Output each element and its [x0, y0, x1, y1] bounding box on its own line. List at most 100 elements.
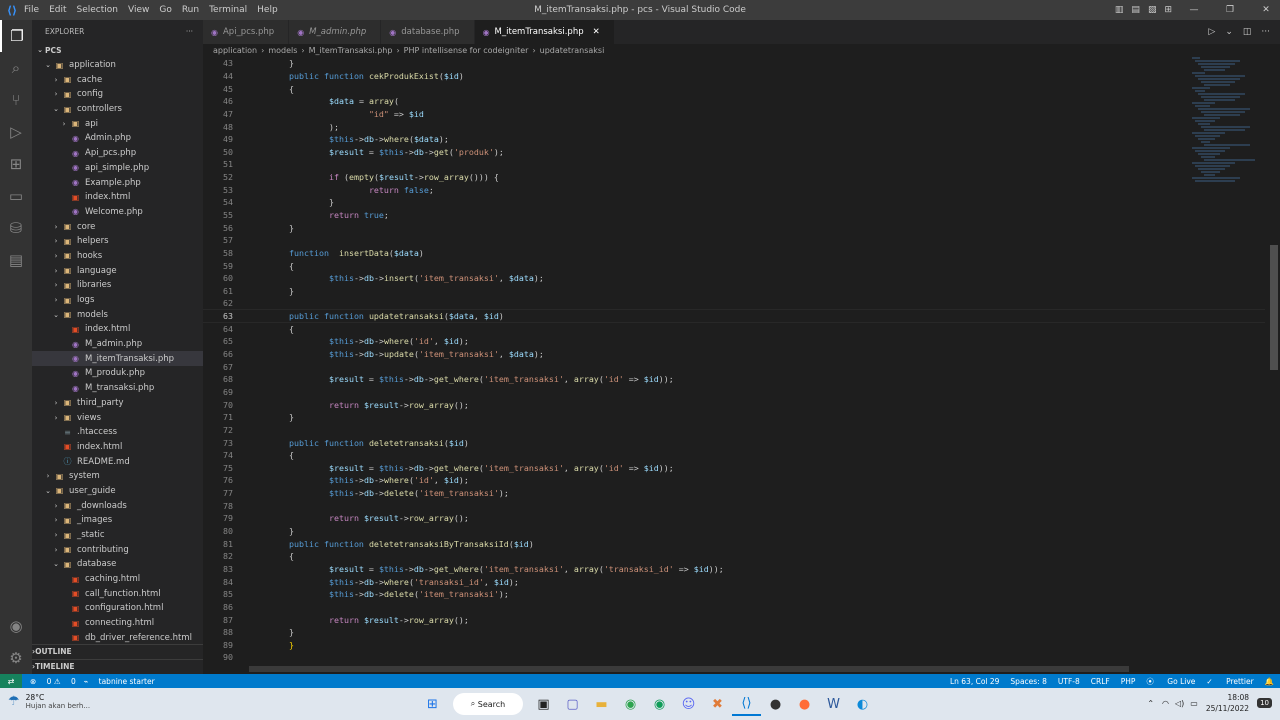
word-icon[interactable]: W [819, 692, 848, 716]
more-actions-icon[interactable]: ··· [1261, 27, 1270, 37]
code-line[interactable]: 58 function insertData($data) [203, 247, 1265, 260]
code-line[interactable]: 86 [203, 601, 1265, 614]
code-line[interactable]: 59 { [203, 259, 1265, 272]
clock[interactable]: 18:08 25/11/2022 [1206, 692, 1249, 714]
folder-item[interactable]: › ▣ cache [32, 72, 203, 87]
menu-edit[interactable]: Edit [49, 5, 66, 15]
settings-gear-icon[interactable]: ⚙ [0, 642, 32, 674]
file-item[interactable]: ⓘ README.md [32, 454, 203, 469]
file-item[interactable]: ◉ Api_pcs.php [32, 146, 203, 161]
timeline-section[interactable]: › TIMELINE [32, 659, 203, 673]
folder-item[interactable]: › ▣ libraries [32, 278, 203, 293]
file-explorer-icon[interactable]: ▬ [587, 692, 616, 716]
chevron-down-icon[interactable]: ⌄ [1225, 27, 1233, 37]
folder-item[interactable]: › ▣ logs [32, 293, 203, 308]
language-mode[interactable]: PHP [1121, 677, 1136, 686]
task-view-icon[interactable]: ▣ [529, 692, 558, 716]
code-line[interactable]: 84 $this->db->where('transaksi_id', $id)… [203, 575, 1265, 588]
code-line[interactable]: 89} [203, 638, 1265, 651]
file-item[interactable]: ◉ Welcome.php [32, 205, 203, 220]
close-tab-icon[interactable]: ✕ [593, 27, 600, 37]
toggle-sidebar-icon[interactable]: ▥ [1115, 5, 1124, 15]
code-line[interactable]: 78 [203, 499, 1265, 512]
code-line[interactable]: 88} [203, 626, 1265, 639]
accounts-icon[interactable]: ◉ [0, 610, 32, 642]
tab-m-itemtransaksi-php[interactable]: ◉ M_itemTransaksi.php ✕ [474, 20, 615, 44]
minimize-button[interactable]: — [1180, 5, 1208, 15]
prettier-status[interactable]: ✓ Prettier [1206, 677, 1253, 686]
code-line[interactable]: 74 { [203, 449, 1265, 462]
notification-badge[interactable]: 10 [1257, 698, 1272, 708]
battery-icon[interactable]: ▭ [1190, 699, 1198, 708]
code-line[interactable]: 73 public function deletetransaksi($id) [203, 436, 1265, 449]
code-line[interactable]: 80} [203, 525, 1265, 538]
chrome-icon[interactable]: ◉ [616, 692, 645, 716]
notifications-icon[interactable]: 🔔 [1265, 677, 1274, 686]
code-line[interactable]: 72 [203, 424, 1265, 437]
menu-selection[interactable]: Selection [77, 5, 118, 15]
chrome-profile-icon[interactable]: ◉ [645, 692, 674, 716]
code-line[interactable]: 49 $this->db->where($data); [203, 133, 1265, 146]
cursor-position[interactable]: Ln 63, Col 29 [950, 677, 999, 686]
folder-item[interactable]: › ▣ helpers [32, 234, 203, 249]
outline-section[interactable]: › OUTLINE [32, 644, 203, 658]
run-debug-icon[interactable]: ▷ [0, 116, 32, 148]
toggle-panel-icon[interactable]: ▤ [1131, 5, 1140, 15]
breadcrumb-item[interactable]: application [213, 46, 257, 55]
code-line[interactable]: 46 $data = array( [203, 95, 1265, 108]
file-item[interactable]: ▣ index.html [32, 190, 203, 205]
tray-chevron-icon[interactable]: ⌃ [1147, 699, 1154, 708]
file-item[interactable]: ▣ index.html [32, 322, 203, 337]
problems-indicator[interactable]: ⊗ 0 ⚠ 0 [30, 677, 76, 686]
vscode-taskbar-icon[interactable]: ⟨⟩ [732, 692, 761, 716]
code-line[interactable]: 56} [203, 221, 1265, 234]
code-line[interactable]: 69 [203, 386, 1265, 399]
code-line[interactable]: 50 $result = $this->db->get('produk'); [203, 145, 1265, 158]
code-line[interactable]: 75 $result = $this->db->get_where('item_… [203, 462, 1265, 475]
wifi-icon[interactable]: ◠ [1162, 699, 1169, 708]
code-line[interactable]: 54 } [203, 196, 1265, 209]
explorer-icon[interactable]: ❐ [0, 20, 32, 52]
file-item[interactable]: ▣ configuration.html [32, 601, 203, 616]
folder-item[interactable]: › ▣ third_party [32, 396, 203, 411]
file-item[interactable]: ▣ call_function.html [32, 586, 203, 601]
menu-file[interactable]: File [24, 5, 39, 15]
file-item[interactable]: ◉ api_simple.php [32, 161, 203, 176]
code-line[interactable]: 87 return $result->row_array(); [203, 613, 1265, 626]
code-line[interactable]: 45 { [203, 82, 1265, 95]
file-item[interactable]: ◉ M_itemTransaksi.php [32, 351, 203, 367]
menu-run[interactable]: Run [182, 5, 199, 15]
code-line[interactable]: 57 [203, 234, 1265, 247]
code-line[interactable]: 62 [203, 297, 1265, 310]
restore-button[interactable]: ❐ [1216, 5, 1244, 15]
tab-m-admin-php[interactable]: ◉ M_admin.php [289, 20, 382, 44]
encoding[interactable]: UTF-8 [1058, 677, 1080, 686]
vertical-scrollbar[interactable] [1270, 245, 1278, 370]
breadcrumb-item[interactable]: M_itemTransaksi.php [309, 46, 393, 55]
split-editor-icon[interactable]: ◫ [1243, 27, 1252, 37]
code-line[interactable]: 64 { [203, 322, 1265, 335]
search-icon[interactable]: ⌕ [0, 52, 32, 84]
workspace-root[interactable]: ⌄ PCS [32, 43, 203, 58]
code-line[interactable]: 51 [203, 158, 1265, 171]
code-line[interactable]: 63 public function updatetransaksi($data,… [203, 308, 1265, 324]
folder-item[interactable]: › ▣ views [32, 410, 203, 425]
code-line[interactable]: 85 $this->db->delete('item_transaksi'); [203, 588, 1265, 601]
code-line[interactable]: 52 if (empty($result->row_array())) { [203, 171, 1265, 184]
code-line[interactable]: 67 [203, 360, 1265, 373]
code-line[interactable]: 60 $this->db->insert('item_transaksi', $… [203, 272, 1265, 285]
menu-view[interactable]: View [128, 5, 149, 15]
folder-item[interactable]: › ▣ api [32, 116, 203, 131]
weather-widget[interactable]: ☂ 28°C Hujan akan berh... [8, 693, 90, 710]
folder-item[interactable]: ⌄ ▣ user_guide [32, 484, 203, 499]
menu-help[interactable]: Help [257, 5, 278, 15]
code-line[interactable]: 70 return $result->row_array(); [203, 398, 1265, 411]
code-line[interactable]: 76 $this->db->where('id', $id); [203, 474, 1265, 487]
folder-item[interactable]: › ▣ contributing [32, 542, 203, 557]
chat-icon[interactable]: ▢ [558, 692, 587, 716]
folder-item[interactable]: › ▣ language [32, 263, 203, 278]
code-line[interactable]: 77 $this->db->delete('item_transaksi'); [203, 487, 1265, 500]
run-icon[interactable]: ▷ [1208, 27, 1215, 37]
remote-icon[interactable]: ⇄ [0, 674, 22, 688]
code-line[interactable]: 66 $this->db->update('item_transaksi', $… [203, 348, 1265, 361]
